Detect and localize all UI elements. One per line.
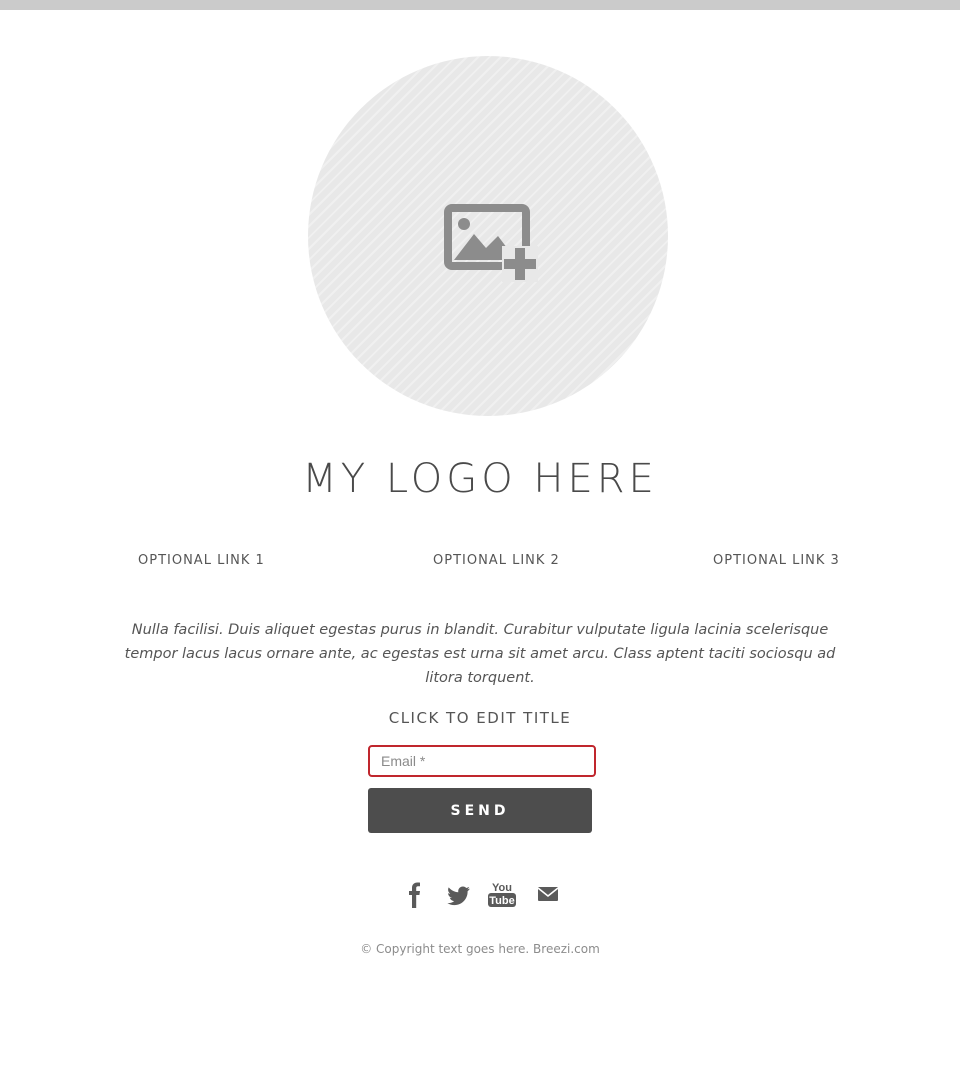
intro-paragraph: Nulla facilisi. Duis aliquet egestas pur… xyxy=(124,622,836,686)
logo-text: MY LOGO HERE xyxy=(302,456,658,502)
logo-image-placeholder[interactable] xyxy=(308,56,668,416)
send-button[interactable]: SEND xyxy=(368,788,592,833)
email-field[interactable] xyxy=(368,745,596,777)
youtube-icon[interactable]: You Tube xyxy=(487,878,517,910)
copyright-text: © Copyright text goes here. Breezi.com xyxy=(360,942,600,956)
nav-link-2[interactable]: OPTIONAL LINK 2 xyxy=(433,553,560,568)
nav-link-3[interactable]: OPTIONAL LINK 3 xyxy=(713,553,840,568)
add-image-icon xyxy=(444,204,538,282)
top-bar xyxy=(0,0,960,10)
youtube-you-text: You xyxy=(492,882,512,894)
form-title[interactable]: CLICK TO EDIT TITLE xyxy=(0,709,960,727)
twitter-icon[interactable] xyxy=(444,878,474,910)
email-icon[interactable] xyxy=(533,878,563,910)
facebook-icon[interactable] xyxy=(400,878,430,910)
youtube-tube-text: Tube xyxy=(489,895,514,907)
nav-link-1[interactable]: OPTIONAL LINK 1 xyxy=(138,553,265,568)
